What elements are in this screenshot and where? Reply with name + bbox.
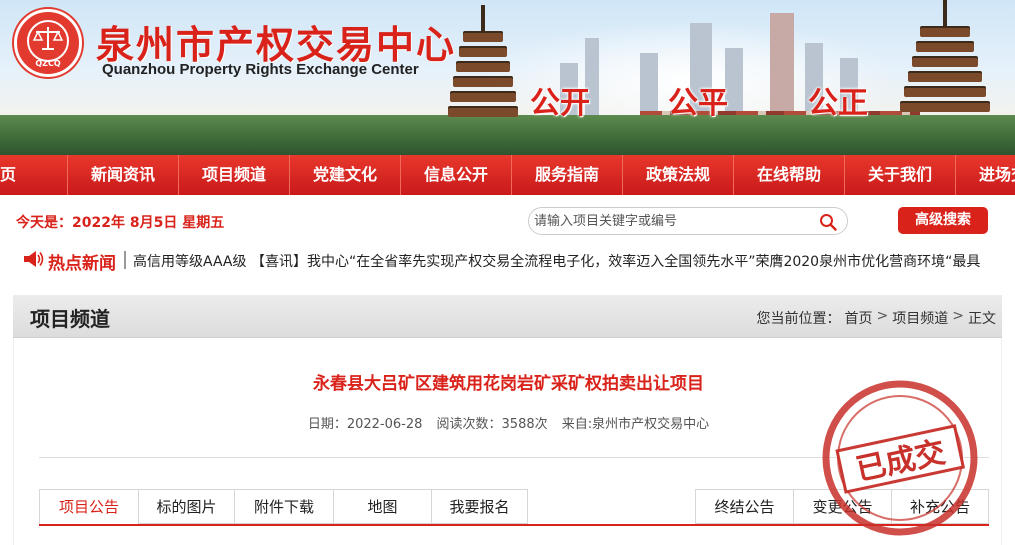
breadcrumb-current: 正文 — [968, 311, 996, 327]
nav-item-trade[interactable]: 进场交易 — [956, 155, 1015, 195]
deal-closed-stamp: 已成交 — [822, 380, 978, 536]
page-title: 项目频道 — [30, 307, 110, 331]
breadcrumb-home[interactable]: 首页 — [845, 308, 873, 328]
nav-item-disclosure[interactable]: 信息公开 — [401, 155, 512, 195]
search-box — [528, 207, 848, 235]
scales-icon — [32, 27, 64, 50]
breadcrumb-separator: > — [952, 308, 964, 324]
article-views: 阅读次数：3588次 — [436, 417, 548, 432]
site-subtitle: Quanzhou Property Rights Exchange Center — [102, 61, 419, 78]
nav-item-help[interactable]: 在线帮助 — [734, 155, 845, 195]
tab-termination[interactable]: 终结公告 — [695, 489, 793, 524]
news-ticker[interactable]: 高信用等级AAA级 【喜讯】我中心“在全省率先实现产权交易全流程电子化，效率迈入… — [133, 251, 1015, 271]
main-nav: 首页 新闻资讯 项目频道 党建文化 信息公开 服务指南 政策法规 在线帮助 关于… — [0, 155, 1015, 195]
tab-map[interactable]: 地图 — [333, 489, 431, 524]
article-date: 日期：2022-06-28 — [307, 417, 423, 432]
breadcrumb-separator: > — [876, 308, 889, 324]
breadcrumb-prefix: 您当前位置： — [756, 311, 841, 327]
article-source: 来自:泉州市产权交易中心 — [561, 417, 710, 432]
nav-item-about[interactable]: 关于我们 — [845, 155, 956, 195]
nav-item-news[interactable]: 新闻资讯 — [68, 155, 179, 195]
nav-item-home[interactable]: 首页 — [0, 155, 68, 195]
hot-news-divider — [124, 251, 126, 269]
breadcrumb: 您当前位置： 首页 > 项目频道 > 正文 — [757, 308, 996, 328]
breadcrumb-projects[interactable]: 项目频道 — [892, 308, 948, 328]
megaphone-icon — [24, 251, 44, 267]
tab-announcement[interactable]: 项目公告 — [39, 489, 138, 524]
slogan-fair: 公平 — [668, 86, 728, 121]
current-date: 今天是：2022年 8月5日 星期五 — [16, 215, 225, 231]
nav-item-guide[interactable]: 服务指南 — [512, 155, 623, 195]
slogan-just: 公正 — [808, 86, 868, 121]
logo-abbr: QZCQ — [35, 59, 61, 68]
nav-item-projects[interactable]: 项目频道 — [179, 155, 290, 195]
tab-images[interactable]: 标的图片 — [138, 489, 234, 524]
hot-news-label: 热点新闻 — [48, 254, 116, 274]
news-ticker-text[interactable]: 高信用等级AAA级 【喜讯】我中心“在全省率先实现产权交易全流程电子化，效率迈入… — [133, 251, 980, 271]
pagoda-left — [448, 5, 518, 155]
tab-register[interactable]: 我要报名 — [431, 489, 528, 524]
header-banner: QZCQ 泉州市产权交易中心 Quanzhou Property Rights … — [0, 0, 1015, 155]
search-icon[interactable] — [819, 213, 837, 231]
nav-item-policy[interactable]: 政策法规 — [623, 155, 734, 195]
site-logo[interactable]: QZCQ — [14, 9, 82, 77]
search-input[interactable] — [534, 212, 804, 231]
advanced-search-button[interactable]: 高级搜索 — [898, 207, 988, 234]
nav-item-party[interactable]: 党建文化 — [290, 155, 401, 195]
tab-downloads[interactable]: 附件下载 — [234, 489, 333, 524]
tabs-left: 项目公告 标的图片 附件下载 地图 我要报名 — [39, 489, 528, 524]
slogan-open: 公开 — [530, 86, 590, 121]
channel-header: 项目频道 您当前位置： 首页 > 项目频道 > 正文 — [13, 295, 1002, 338]
pagoda-right — [900, 0, 990, 155]
